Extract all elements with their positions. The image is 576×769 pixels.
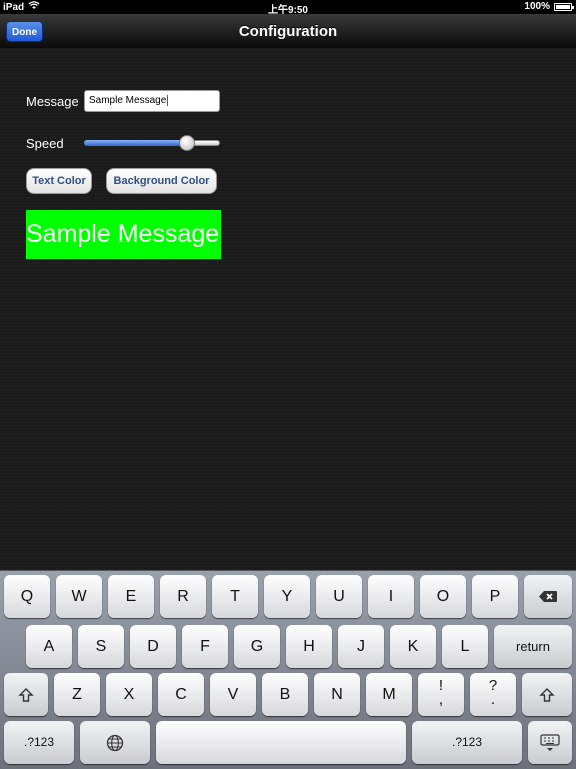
globe-icon [106,734,124,751]
hide-keyboard-key[interactable] [528,721,572,764]
key-question-period[interactable]: ?. [470,673,516,716]
key-n[interactable]: N [314,673,360,716]
key-exclamation-comma[interactable]: !, [418,673,464,716]
navigation-bar: Done Configuration [0,14,576,49]
shift-icon [18,687,34,702]
speed-slider[interactable] [84,135,220,151]
key-e[interactable]: E [108,575,154,618]
numbers-key-right[interactable]: .?123 [412,721,522,764]
return-key[interactable]: return [494,625,572,668]
key-a[interactable]: A [26,625,72,668]
backspace-key[interactable] [524,575,572,618]
keyboard-hide-icon [540,734,560,751]
status-bar: iPad 上午9:50 100% [0,0,576,16]
key-g[interactable]: G [234,625,280,668]
background-color-button[interactable]: Background Color [106,168,217,194]
slider-track-filled [84,140,192,146]
key-k[interactable]: K [390,625,436,668]
configuration-panel: Message Sample Message Speed Text Color … [0,48,576,570]
key-period-label: . [490,691,496,708]
key-r[interactable]: R [160,575,206,618]
key-y[interactable]: Y [264,575,310,618]
globe-key[interactable] [80,721,150,764]
key-z[interactable]: Z [54,673,100,716]
key-v[interactable]: V [210,673,256,716]
battery-percent: 100% [524,1,550,12]
on-screen-keyboard: Q W E R T Y U I O P A S D F G H J K L re… [0,570,576,769]
key-l[interactable]: L [442,625,488,668]
key-o[interactable]: O [420,575,466,618]
backspace-icon [539,591,557,603]
key-w[interactable]: W [56,575,102,618]
key-s[interactable]: S [78,625,124,668]
page-title: Configuration [238,23,338,40]
key-j[interactable]: J [338,625,384,668]
slider-thumb[interactable] [179,135,195,151]
key-f[interactable]: F [182,625,228,668]
battery-icon [554,2,574,11]
key-q[interactable]: Q [4,575,50,618]
status-right: 100% [524,1,574,12]
text-cursor [167,95,169,106]
shift-key-left[interactable] [4,673,48,716]
speed-label: Speed [26,136,64,151]
key-comma-label: , [438,691,444,708]
key-d[interactable]: D [130,625,176,668]
key-m[interactable]: M [366,673,412,716]
message-input[interactable]: Sample Message [84,90,220,112]
key-u[interactable]: U [316,575,362,618]
key-h[interactable]: H [286,625,332,668]
shift-icon [539,687,555,702]
key-b[interactable]: B [262,673,308,716]
numbers-key-left[interactable]: .?123 [4,721,74,764]
key-c[interactable]: C [158,673,204,716]
shift-key-right[interactable] [522,673,572,716]
key-i[interactable]: I [368,575,414,618]
key-x[interactable]: X [106,673,152,716]
message-input-value: Sample Message [89,95,167,107]
message-label: Message [26,94,79,109]
key-t[interactable]: T [212,575,258,618]
text-color-button[interactable]: Text Color [26,168,92,194]
space-key[interactable] [156,721,406,764]
message-preview: Sample Message [26,210,221,259]
key-p[interactable]: P [472,575,518,618]
